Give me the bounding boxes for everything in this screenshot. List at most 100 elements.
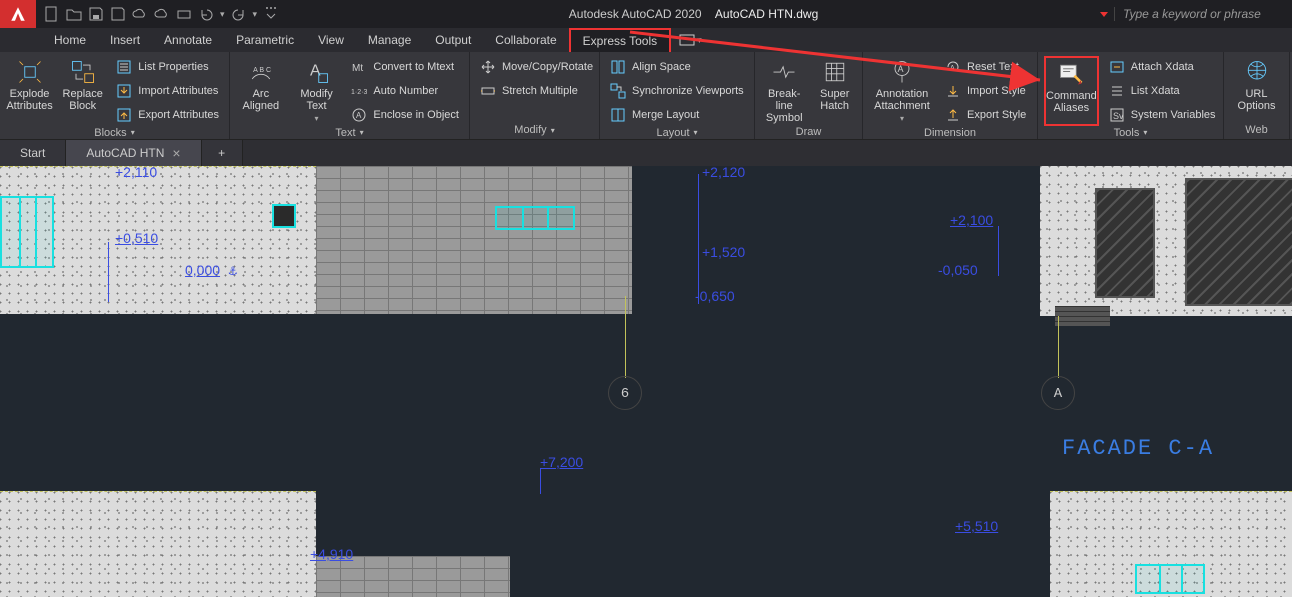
panel-tools: Command Aliases Attach Xdata List Xdata … (1038, 52, 1224, 139)
replace-block-label: Replace Block (63, 88, 103, 112)
grid-bubble-6: 6 (608, 376, 642, 410)
list-xdata-button[interactable]: List Xdata (1105, 80, 1220, 102)
app-logo[interactable] (0, 0, 36, 28)
svg-text:A B C: A B C (253, 67, 271, 74)
move-copy-rotate-button[interactable]: Move/Copy/Rotate (476, 56, 597, 78)
search-input[interactable]: Type a keyword or phrase (1114, 7, 1284, 21)
arc-aligned-button[interactable]: A B C Arc Aligned (236, 56, 286, 126)
dim-leader (698, 174, 699, 304)
dim-4910: +4,910 (310, 546, 353, 564)
doctab-start[interactable]: Start (0, 140, 66, 166)
grid-stem-6 (625, 296, 626, 378)
dim-0000: 0,000 ⚓ (185, 262, 237, 280)
qat-more-icon[interactable] (263, 6, 279, 22)
grid-stem-a (1058, 316, 1059, 378)
plus-icon: + (218, 146, 225, 160)
system-variables-button[interactable]: Sv System Variables (1105, 104, 1220, 126)
ribbon: Explode Attributes Replace Block List Pr… (0, 52, 1292, 140)
attach-xdata-button[interactable]: Attach Xdata (1105, 56, 1220, 78)
replace-block-button[interactable]: Replace Block (59, 56, 106, 126)
panel-modify-title[interactable]: Modify▾ (470, 121, 599, 139)
export-style-button[interactable]: Export Style (941, 104, 1030, 126)
tab-parametric[interactable]: Parametric (224, 28, 306, 52)
infocenter-arrow-icon (1100, 12, 1108, 17)
door-2 (1185, 178, 1292, 306)
url-options-button[interactable]: URL Options (1230, 56, 1283, 121)
tab-output[interactable]: Output (423, 28, 483, 52)
wall-concrete-3 (0, 491, 316, 597)
close-icon[interactable]: × (172, 145, 180, 161)
document-tabs: Start AutoCAD HTN × + (0, 140, 1292, 166)
super-hatch-button[interactable]: Super Hatch (813, 56, 856, 124)
redo-icon[interactable] (231, 6, 247, 22)
open-icon[interactable] (66, 6, 82, 22)
doctab-file[interactable]: AutoCAD HTN × (66, 140, 201, 166)
panel-blocks: Explode Attributes Replace Block List Pr… (0, 52, 230, 139)
panel-text: A B C Arc Aligned A Modify Text ▾ Mt Con… (230, 52, 470, 139)
stretch-multiple-button[interactable]: Stretch Multiple (476, 80, 597, 102)
export-attributes-button[interactable]: Export Attributes (112, 104, 223, 126)
panel-text-title[interactable]: Text▾ (230, 126, 469, 139)
sync-viewports-button[interactable]: Synchronize Viewports (606, 80, 748, 102)
svg-text:A: A (950, 65, 955, 72)
svg-text:A: A (356, 111, 362, 120)
cloud-open-icon[interactable] (132, 6, 148, 22)
dim-0510: +0,510 (115, 230, 158, 248)
explode-attributes-button[interactable]: Explode Attributes (6, 56, 53, 126)
tab-collaborate[interactable]: Collaborate (483, 28, 568, 52)
redo-dropdown[interactable]: ▾ (253, 9, 258, 20)
dim-7200: +7,200 (540, 454, 583, 472)
command-aliases-button[interactable]: Command Aliases (1044, 56, 1099, 126)
drawing-canvas[interactable]: -][Top][2D Wireframe] 6 A FACADE C-A +2,… (0, 166, 1292, 597)
merge-layout-button[interactable]: Merge Layout (606, 104, 748, 126)
annotation-attachment-button[interactable]: A Annotation Attachment ▾ (869, 56, 935, 126)
dim-5510: +5,510 (955, 518, 998, 536)
svg-text:A: A (310, 63, 321, 80)
tab-home[interactable]: Home (42, 28, 98, 52)
window-1 (0, 196, 54, 268)
new-icon[interactable] (44, 6, 60, 22)
panel-blocks-title[interactable]: Blocks▾ (0, 126, 229, 139)
app-name: Autodesk AutoCAD 2020 (569, 7, 702, 21)
saveas-icon[interactable] (110, 6, 126, 22)
panel-tools-title[interactable]: Tools▾ (1038, 126, 1223, 139)
tab-manage[interactable]: Manage (356, 28, 423, 52)
save-icon[interactable] (88, 6, 104, 22)
undo-dropdown[interactable]: ▾ (220, 9, 225, 20)
svg-text:1·2·3: 1·2·3 (351, 89, 367, 96)
svg-text:A: A (898, 64, 904, 74)
import-style-button[interactable]: Import Style (941, 80, 1030, 102)
tab-express-tools[interactable]: Express Tools (569, 28, 671, 52)
explode-attributes-label: Explode Attributes (6, 88, 52, 112)
auto-number-button[interactable]: 1·2·3 Auto Number (347, 80, 463, 102)
quick-access-toolbar: ▾ ▾ (36, 6, 287, 22)
panel-draw: Break-line Symbol Super Hatch Draw (755, 52, 863, 139)
window-2 (495, 206, 575, 230)
modify-text-button[interactable]: A Modify Text ▾ (292, 56, 342, 126)
dim-leader (540, 468, 541, 494)
panel-layout-title[interactable]: Layout▾ (600, 126, 754, 139)
plot-icon[interactable] (176, 6, 192, 22)
ribbon-tabs: Home Insert Annotate Parametric View Man… (0, 28, 1292, 52)
window-3 (1135, 564, 1205, 594)
panel-draw-title: Draw (755, 124, 862, 139)
cloud-save-icon[interactable] (154, 6, 170, 22)
tab-annotate[interactable]: Annotate (152, 28, 224, 52)
enclose-in-object-button[interactable]: A Enclose in Object (347, 104, 463, 126)
facade-label: FACADE C-A (1062, 436, 1214, 461)
breakline-button[interactable]: Break-line Symbol (761, 56, 807, 124)
opening-1 (272, 204, 296, 228)
list-properties-button[interactable]: List Properties (112, 56, 223, 78)
tab-insert[interactable]: Insert (98, 28, 152, 52)
panel-modify: Move/Copy/Rotate Stretch Multiple Modify… (470, 52, 600, 139)
undo-icon[interactable] (198, 6, 214, 22)
align-space-button[interactable]: Align Space (606, 56, 748, 78)
tab-overflow[interactable]: ▾ (671, 28, 710, 52)
import-attributes-button[interactable]: Import Attributes (112, 80, 223, 102)
convert-to-mtext-button[interactable]: Mt Convert to Mtext (347, 56, 463, 78)
tab-view[interactable]: View (306, 28, 356, 52)
dim-2100: +2,100 (950, 212, 993, 230)
dim-1520: +1,520 (702, 244, 745, 262)
reset-text-button[interactable]: A Reset Text (941, 56, 1030, 78)
doctab-add[interactable]: + (202, 140, 243, 166)
